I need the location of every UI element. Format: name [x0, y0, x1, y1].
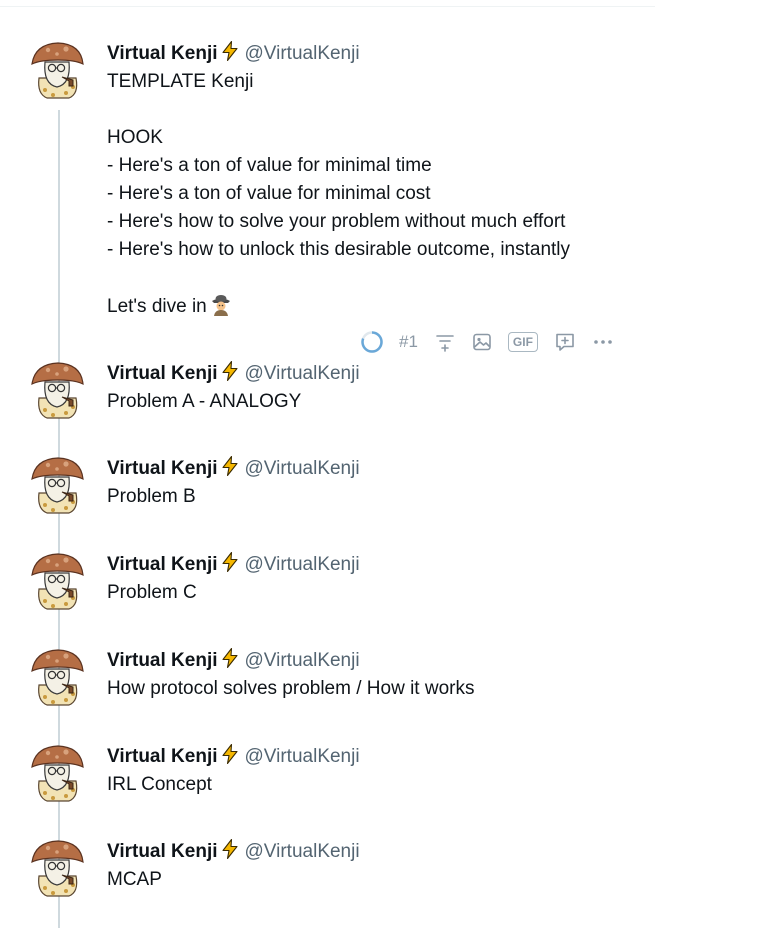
thread-connector	[58, 110, 60, 928]
tweet-text[interactable]: MCAP	[107, 866, 647, 894]
lightning-bolt-icon	[219, 647, 241, 677]
display-name[interactable]: Virtual Kenji	[107, 363, 218, 384]
user-handle[interactable]: @VirtualKenji	[245, 841, 360, 862]
lightning-bolt-icon	[219, 360, 241, 390]
user-handle[interactable]: @VirtualKenji	[245, 746, 360, 767]
display-name[interactable]: Virtual Kenji	[107, 841, 218, 862]
lightning-bolt-icon	[219, 455, 241, 485]
tweet-text[interactable]: IRL Concept	[107, 771, 647, 799]
tweet-text[interactable]: Problem A - ANALOGY	[107, 388, 647, 416]
tweet-header: Virtual Kenji @VirtualKenji	[107, 647, 360, 677]
tweet-composer-toolbar: #1 GIF	[360, 327, 629, 357]
avatar[interactable]	[29, 551, 85, 611]
tweet-text[interactable]: Problem C	[107, 579, 647, 607]
display-name[interactable]: Virtual Kenji	[107, 746, 218, 767]
detective-emoji	[209, 292, 233, 325]
add-tweet-icon[interactable]	[553, 330, 577, 354]
poll-icon[interactable]	[434, 331, 456, 353]
avatar[interactable]	[29, 743, 85, 803]
avatar[interactable]	[29, 40, 85, 100]
lightning-bolt-icon	[219, 838, 241, 868]
tweet-header: Virtual Kenji @VirtualKenji	[107, 838, 360, 868]
user-handle[interactable]: @VirtualKenji	[245, 458, 360, 479]
user-handle[interactable]: @VirtualKenji	[245, 650, 360, 671]
display-name[interactable]: Virtual Kenji	[107, 554, 218, 575]
user-handle[interactable]: @VirtualKenji	[245, 554, 360, 575]
tweet-body-text: TEMPLATE Kenji HOOK - Here's a ton of va…	[107, 71, 571, 317]
lightning-bolt-icon	[219, 743, 241, 773]
tweet-header: Virtual Kenji @VirtualKenji	[107, 40, 360, 70]
avatar[interactable]	[29, 455, 85, 515]
progress-ring-icon	[360, 330, 384, 354]
thread-counter: #1	[399, 332, 418, 351]
tweet-header: Virtual Kenji @VirtualKenji	[107, 360, 360, 390]
tweet-header: Virtual Kenji @VirtualKenji	[107, 455, 360, 485]
avatar[interactable]	[29, 838, 85, 898]
display-name[interactable]: Virtual Kenji	[107, 650, 218, 671]
avatar[interactable]	[29, 360, 85, 420]
tweet-header: Virtual Kenji @VirtualKenji	[107, 551, 360, 581]
image-icon[interactable]	[471, 331, 493, 353]
user-handle[interactable]: @VirtualKenji	[245, 363, 360, 384]
avatar[interactable]	[29, 647, 85, 707]
lightning-bolt-icon	[219, 40, 241, 70]
tweet-header: Virtual Kenji @VirtualKenji	[107, 743, 360, 773]
top-divider	[0, 6, 655, 7]
more-icon[interactable]	[592, 331, 614, 353]
display-name[interactable]: Virtual Kenji	[107, 43, 218, 64]
tweet-text[interactable]: How protocol solves problem / How it wor…	[107, 675, 647, 703]
user-handle[interactable]: @VirtualKenji	[245, 43, 360, 64]
gif-button[interactable]: GIF	[507, 332, 538, 352]
lightning-bolt-icon	[219, 551, 241, 581]
display-name[interactable]: Virtual Kenji	[107, 458, 218, 479]
tweet-text[interactable]: Problem B	[107, 483, 647, 511]
tweet-text[interactable]: TEMPLATE Kenji HOOK - Here's a ton of va…	[107, 68, 647, 325]
